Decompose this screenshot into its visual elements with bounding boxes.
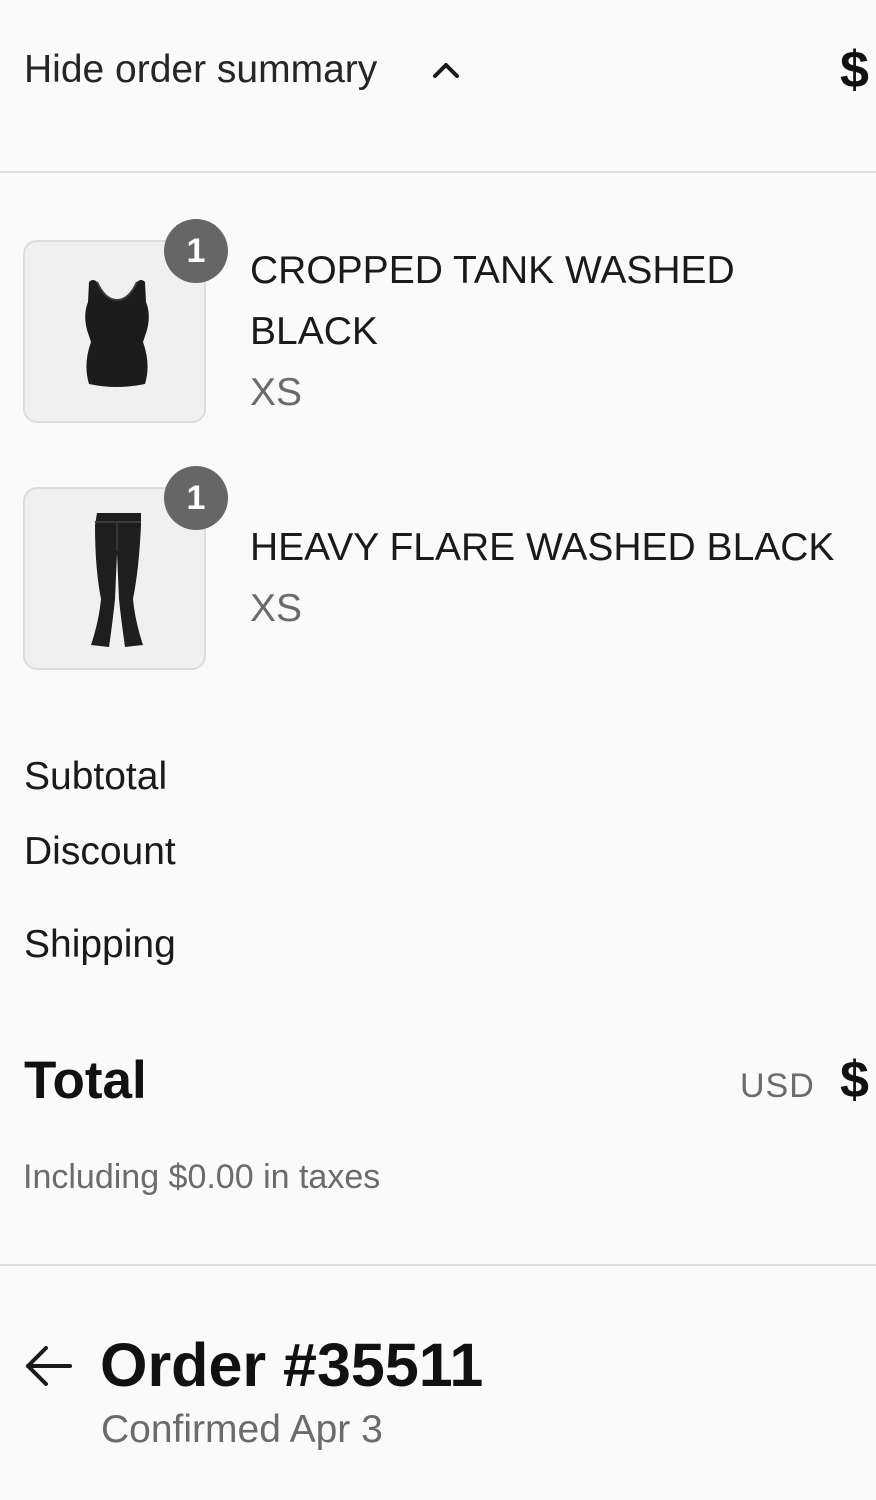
currency-code: USD [740, 1067, 815, 1105]
item-name: CROPPED TANK WASHED BLACK [250, 249, 735, 353]
divider [0, 1264, 876, 1266]
total-label: Total [24, 1051, 147, 1110]
taxes-note: Including $0.00 in taxes [23, 1158, 381, 1196]
order-status: Confirmed Apr 3 [101, 1408, 383, 1451]
order-title: Order #35511 [100, 1331, 484, 1399]
shipping-label: Shipping [24, 923, 176, 966]
summary-price: $ [840, 41, 869, 99]
item-variant: XS [250, 371, 303, 414]
item-variant: XS [250, 587, 303, 630]
chevron-up-icon [433, 63, 459, 78]
subtotal-label: Subtotal [24, 755, 168, 798]
quantity-badge: 1 [164, 466, 228, 530]
order-summary-toggle[interactable]: Hide order summary $ [0, 0, 876, 173]
total-price: $ [840, 1051, 869, 1109]
quantity-badge: 1 [164, 219, 228, 283]
back-arrow-icon[interactable] [24, 1344, 72, 1388]
discount-label: Discount [24, 830, 176, 873]
order-summary-toggle-label: Hide order summary [24, 48, 378, 91]
item-name: HEAVY FLARE WASHED BLACK [250, 526, 835, 569]
